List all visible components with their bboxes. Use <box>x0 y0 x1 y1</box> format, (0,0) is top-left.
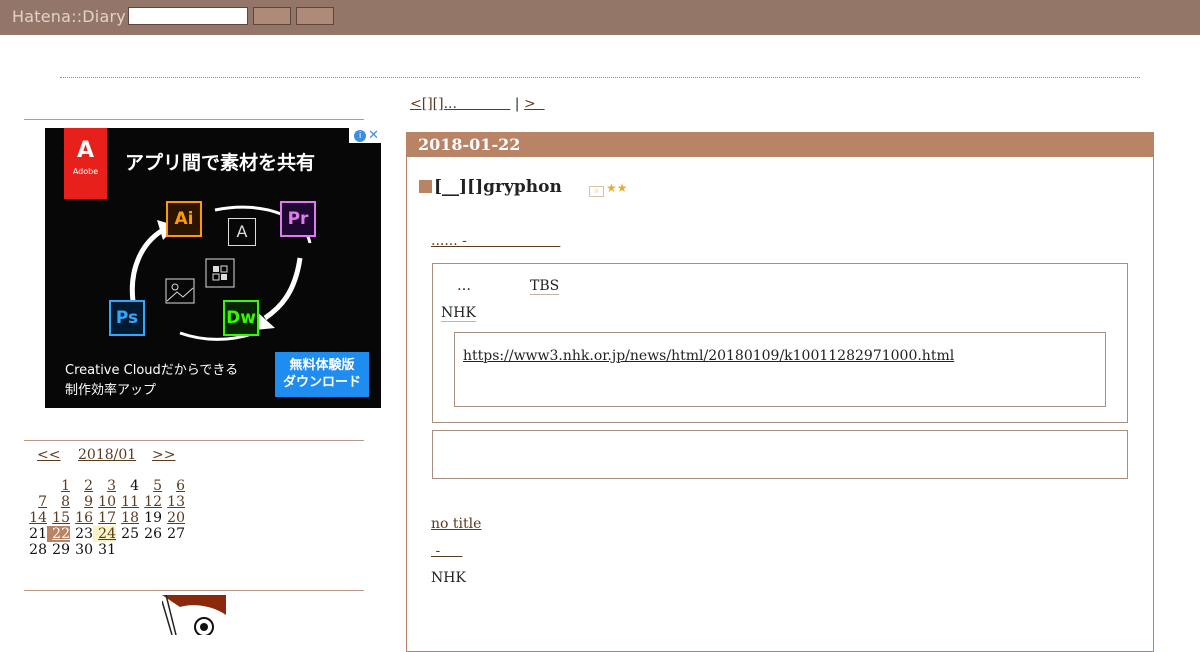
calendar-day[interactable]: 16 <box>70 510 93 526</box>
no-title-link[interactable]: no title <box>431 516 481 532</box>
calendar-day[interactable]: 14 <box>24 510 47 526</box>
site-brand[interactable]: Hatena::Diary <box>12 7 126 26</box>
premiere-icon: Pr <box>280 201 316 237</box>
calendar-day: 30 <box>75 542 93 558</box>
info-icon[interactable]: i <box>354 129 367 142</box>
calendar-day: 28 <box>29 542 47 558</box>
sidebar-divider <box>24 119 364 120</box>
calendar-day: 29 <box>52 542 70 558</box>
ad-choices[interactable]: i ✕ <box>349 128 381 143</box>
quote-ellipsis: … <box>457 278 471 294</box>
mascot-image <box>162 595 226 635</box>
calendar-prev-link[interactable]: << <box>37 447 60 463</box>
calendar-day[interactable]: 22 <box>47 526 70 542</box>
calendar-day[interactable]: 2 <box>70 478 93 494</box>
diary-entry: 2018-01-22 [__][]gryphon ☆ ★★ ...... - … … <box>406 132 1154 652</box>
calendar-day[interactable]: 6 <box>162 478 185 494</box>
calendar-day[interactable]: 15 <box>47 510 70 526</box>
calendar-day[interactable]: 13 <box>162 494 185 510</box>
close-icon[interactable]: ✕ <box>368 129 379 142</box>
nav-separator: | <box>514 96 520 112</box>
calendar-day: 4 <box>130 478 139 494</box>
calendar-day[interactable]: 3 <box>93 478 116 494</box>
ad-download-button[interactable]: 無料体験版 ダウンロード <box>275 352 369 397</box>
next-entry-link[interactable]: > <box>524 96 545 112</box>
calendar-day[interactable]: 24 <box>93 526 116 542</box>
calendar-day[interactable]: 1 <box>47 478 70 494</box>
ad-headline: アプリ間で素材を共有 <box>125 152 316 174</box>
section-title-text: [__][]gryphon <box>434 177 562 197</box>
nhk-text: NHK <box>431 570 466 586</box>
section-title: [__][]gryphon <box>419 177 562 197</box>
entry-date[interactable]: 2018-01-22 <box>407 132 1153 157</box>
section-marker-icon[interactable] <box>419 180 432 193</box>
calendar-divider-top <box>24 440 364 441</box>
illustrator-icon: Ai <box>166 201 202 237</box>
calendar-divider-bottom <box>24 590 364 591</box>
ad-cta-line1: 無料体験版 <box>289 358 355 373</box>
ad-footer-line1: Creative Cloudだからできる <box>65 363 239 378</box>
adobe-logo-letter: A <box>76 138 95 163</box>
stars-icon[interactable]: ★★ <box>606 181 628 195</box>
calendar-day[interactable]: 10 <box>93 494 116 510</box>
calendar-day: 25 <box>121 526 139 542</box>
header-divider <box>60 77 1140 78</box>
diary-button[interactable] <box>296 7 334 25</box>
font-asset-icon: A <box>228 218 256 246</box>
blockquote: … TBS NHK https://www3.nhk.or.jp/news/ht… <box>432 263 1128 423</box>
search-button[interactable] <box>253 7 291 25</box>
keyword-nhk[interactable]: NHK <box>441 305 476 322</box>
calendar-day[interactable]: 17 <box>93 510 116 526</box>
calendar-day: 26 <box>144 526 162 542</box>
calendar-day: 27 <box>167 526 185 542</box>
top-bar: Hatena::Diary <box>0 0 1200 35</box>
ad-cta-line2: ダウンロード <box>282 375 361 390</box>
hatena-star: ☆ ★★ <box>589 181 628 197</box>
calendar-day[interactable]: 18 <box>116 510 139 526</box>
adobe-logo: A Adobe <box>64 128 107 199</box>
image-asset-icon <box>165 278 195 304</box>
adobe-logo-word: Adobe <box>72 167 99 176</box>
photoshop-icon: Ps <box>109 300 145 336</box>
ad-footer-line2: 制作効率アップ <box>65 383 157 398</box>
advertisement[interactable]: i ✕ A Adobe アプリ間で素材を共有 Ai Pr Ps Dw A Cre… <box>45 128 381 408</box>
calendar-day: 31 <box>98 542 116 558</box>
library-icon <box>205 258 235 288</box>
calendar-day: 21 <box>29 526 47 542</box>
nhk-news-link[interactable]: https://www3.nhk.or.jp/news/html/2018010… <box>463 348 954 364</box>
calendar-day: 23 <box>75 526 93 542</box>
calendar-month-link[interactable]: 2018/01 <box>78 447 136 463</box>
entry-navigation: <[][]... | > <box>410 96 545 112</box>
calendar-day: 19 <box>144 510 162 526</box>
keyword-tbs[interactable]: TBS <box>530 278 560 295</box>
prev-entry-link[interactable]: <[][]... <box>410 96 510 112</box>
search-input[interactable] <box>128 7 248 25</box>
calendar-day[interactable]: 20 <box>162 510 185 526</box>
add-star-button[interactable]: ☆ <box>589 186 604 197</box>
calendar-day[interactable]: 9 <box>70 494 93 510</box>
calendar-day[interactable]: 11 <box>116 494 139 510</box>
calendar-day[interactable]: 8 <box>47 494 70 510</box>
calendar-day[interactable]: 12 <box>139 494 162 510</box>
empty-quote <box>432 430 1128 479</box>
calendar-day[interactable]: 5 <box>139 478 162 494</box>
nested-quote: https://www3.nhk.or.jp/news/html/2018010… <box>454 332 1106 407</box>
calendar-next-link[interactable]: >> <box>152 447 175 463</box>
calendar-day[interactable]: 7 <box>24 494 47 510</box>
lead-link[interactable]: ...... - <box>431 233 560 249</box>
dash-link[interactable]: - <box>431 543 462 559</box>
dreamweaver-icon: Dw <box>223 300 259 336</box>
